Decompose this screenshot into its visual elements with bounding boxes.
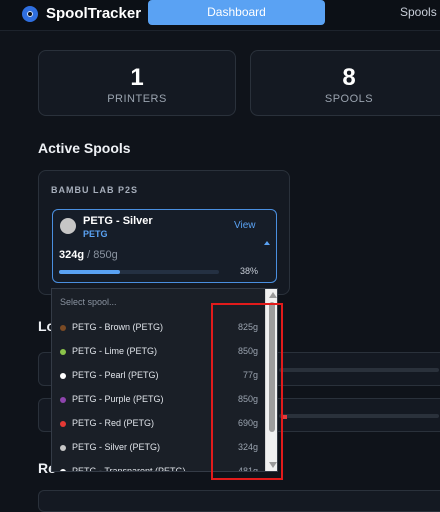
- spools-stat-card: 8 SPOOLS: [250, 50, 440, 116]
- color-dot-icon: [60, 397, 66, 403]
- option-name: PETG - Red (PETG): [72, 418, 155, 428]
- spool-weight: 324g / 850g: [59, 249, 118, 261]
- color-dot-icon: [60, 469, 66, 471]
- option-name: PETG - Pearl (PETG): [72, 370, 159, 380]
- spool-logo-icon: [22, 6, 38, 22]
- color-dot-icon: [60, 445, 66, 451]
- progress-bar: [279, 414, 439, 418]
- option-name: PETG - Transparent (PETG): [72, 466, 186, 472]
- printer-card: BAMBU LAB P2S PETG - Silver PETG View 32…: [38, 170, 290, 295]
- progress-bar: [279, 368, 439, 372]
- spool-percent: 38%: [240, 266, 259, 276]
- spool-progress-fill: [59, 270, 120, 274]
- tab-dashboard[interactable]: Dashboard: [148, 0, 325, 25]
- color-dot-icon: [60, 349, 66, 355]
- active-spool-selector[interactable]: PETG - Silver PETG View 324g / 850g 38%: [52, 209, 277, 283]
- scroll-up-arrow-icon[interactable]: [269, 292, 277, 298]
- spool-color-swatch: [60, 218, 76, 234]
- spool-type: PETG: [83, 229, 108, 239]
- printers-count: 1: [130, 64, 144, 91]
- printer-name: BAMBU LAB P2S: [51, 185, 139, 195]
- spools-count: 8: [342, 64, 356, 91]
- current-weight: 324g: [59, 249, 85, 261]
- option-name: PETG - Brown (PETG): [72, 322, 164, 332]
- option-name: PETG - Silver (PETG): [72, 442, 161, 452]
- option-name: PETG - Purple (PETG): [72, 394, 164, 404]
- printers-label: PRINTERS: [107, 93, 167, 105]
- option-name: PETG - Lime (PETG): [72, 346, 158, 356]
- caret-up-icon[interactable]: [264, 241, 270, 245]
- spools-label: SPOOLS: [324, 93, 374, 105]
- app-title: SpoolTracker: [46, 5, 142, 22]
- spool-name: PETG - Silver: [83, 215, 153, 227]
- view-spool-link[interactable]: View: [234, 220, 256, 231]
- active-spools-title: Active Spools: [38, 140, 131, 156]
- color-dot-icon: [60, 325, 66, 331]
- color-dot-icon: [60, 421, 66, 427]
- list-item: [38, 490, 440, 512]
- total-weight: / 850g: [84, 249, 118, 261]
- tab-spools[interactable]: Spools: [400, 0, 437, 25]
- color-dot-icon: [60, 373, 66, 379]
- printers-stat-card: 1 PRINTERS: [38, 50, 236, 116]
- highlight-box: [211, 303, 283, 480]
- spool-progress-bar: [59, 270, 219, 274]
- dropdown-placeholder[interactable]: Select spool...: [60, 297, 117, 307]
